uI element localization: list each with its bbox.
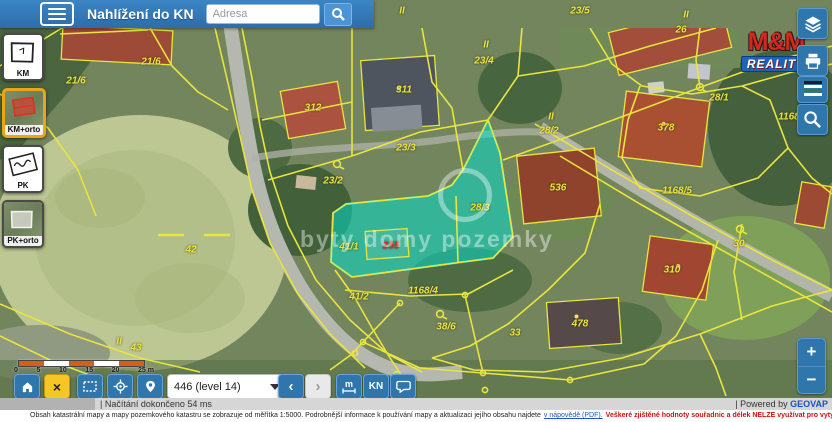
location-pin-icon — [144, 379, 157, 394]
disclaimer-bar: Obsah katastrální mapy a mapy pozemkovéh… — [0, 410, 832, 422]
scale-tick: 15 — [85, 367, 93, 374]
powered-by-brand: GEOVAP — [790, 399, 828, 409]
layers-button[interactable] — [797, 8, 828, 39]
legend-icon — [803, 81, 823, 98]
help-pdf-link[interactable]: v nápovědě (PDF). — [544, 412, 603, 419]
scale-tick: 10 — [59, 367, 67, 374]
search-button[interactable] — [324, 3, 352, 26]
kn-label: KN — [369, 381, 383, 392]
target-button[interactable] — [107, 374, 133, 399]
parcel-label: II — [683, 10, 689, 21]
zoom-control: + − — [797, 338, 826, 394]
rectangle-select-icon — [83, 381, 97, 392]
magnifier-icon — [803, 110, 822, 129]
status-separator: | — [100, 399, 102, 409]
parcel-label: II — [399, 6, 405, 17]
scale-tick: 5 — [36, 367, 40, 374]
layer-label: KM+orto — [5, 125, 43, 135]
kn-info-button[interactable]: KN — [363, 374, 389, 399]
history-forward-button[interactable]: › — [305, 374, 331, 399]
chevron-left-icon: ‹ — [289, 379, 294, 394]
pk-layer-icon — [4, 147, 42, 185]
scale-tick: 0 — [14, 367, 18, 374]
print-icon — [804, 52, 822, 70]
zoom-in-button[interactable]: + — [798, 339, 825, 367]
map-canvas[interactable] — [0, 28, 832, 398]
menu-button[interactable] — [40, 2, 74, 26]
layer-panel: KM KM+orto PK PK+orto — [2, 33, 46, 248]
status-message: Načítání dokončeno 54 ms — [105, 399, 212, 409]
measure-button[interactable]: m — [336, 374, 362, 399]
speech-bubble-icon — [396, 380, 411, 393]
disclaimer-text: Obsah katastrální mapy a mapy pozemkovéh… — [30, 412, 541, 419]
layer-button-pk-orto[interactable]: PK+orto — [2, 200, 44, 248]
magnify-button[interactable] — [797, 104, 828, 135]
status-bar: | Načítání dokončeno 54 ms | Powered by … — [0, 398, 832, 410]
powered-by-text: | Powered by — [735, 399, 790, 409]
status-bar-left-segment — [0, 398, 95, 410]
disclaimer-warning: Veškeré zjištěné hodnoty souřadnic a dél… — [606, 412, 832, 419]
km-layer-icon — [4, 35, 42, 73]
layers-icon — [803, 14, 823, 34]
search-icon — [331, 7, 345, 21]
address-search-input[interactable] — [206, 4, 320, 24]
top-bar: Nahlížení do KN — [0, 0, 374, 28]
measure-icon-label: m — [345, 380, 353, 388]
parcel-label: 23/5 — [570, 6, 589, 17]
scale-bar — [18, 360, 145, 367]
ruler-icon — [342, 388, 356, 394]
clear-selection-button[interactable]: × — [44, 374, 70, 399]
layer-button-pk[interactable]: PK — [2, 145, 44, 193]
scale-bar-ticks: 0 5 10 15 20 25 m — [14, 367, 154, 374]
feedback-bubble-button[interactable] — [390, 374, 416, 399]
km-orto-layer-icon — [5, 91, 43, 129]
scale-tick: 20 — [112, 367, 120, 374]
layer-label: PK — [4, 181, 42, 191]
pk-orto-layer-icon — [4, 202, 42, 240]
layer-button-km[interactable]: KM — [2, 33, 44, 81]
target-icon — [113, 379, 128, 394]
legend-button[interactable] — [797, 76, 828, 103]
zoom-level-select[interactable]: 446 (level 14) — [167, 374, 287, 399]
history-back-button[interactable]: ‹ — [278, 374, 304, 399]
scale-tick: 25 m — [138, 367, 154, 374]
print-button[interactable] — [797, 45, 828, 76]
zoom-out-button[interactable]: − — [798, 367, 825, 394]
home-icon — [20, 380, 35, 394]
layer-button-km-orto[interactable]: KM+orto — [2, 88, 46, 138]
rectangle-select-button[interactable] — [77, 374, 103, 399]
home-button[interactable] — [14, 374, 40, 399]
location-pin-button[interactable] — [137, 374, 163, 399]
zoom-level-value: 446 (level 14) — [174, 381, 241, 393]
layer-label: KM — [4, 69, 42, 79]
app-title: Nahlížení do KN — [87, 6, 194, 22]
chevron-right-icon: › — [316, 379, 321, 394]
close-icon: × — [53, 379, 61, 395]
layer-label: PK+orto — [4, 236, 42, 246]
